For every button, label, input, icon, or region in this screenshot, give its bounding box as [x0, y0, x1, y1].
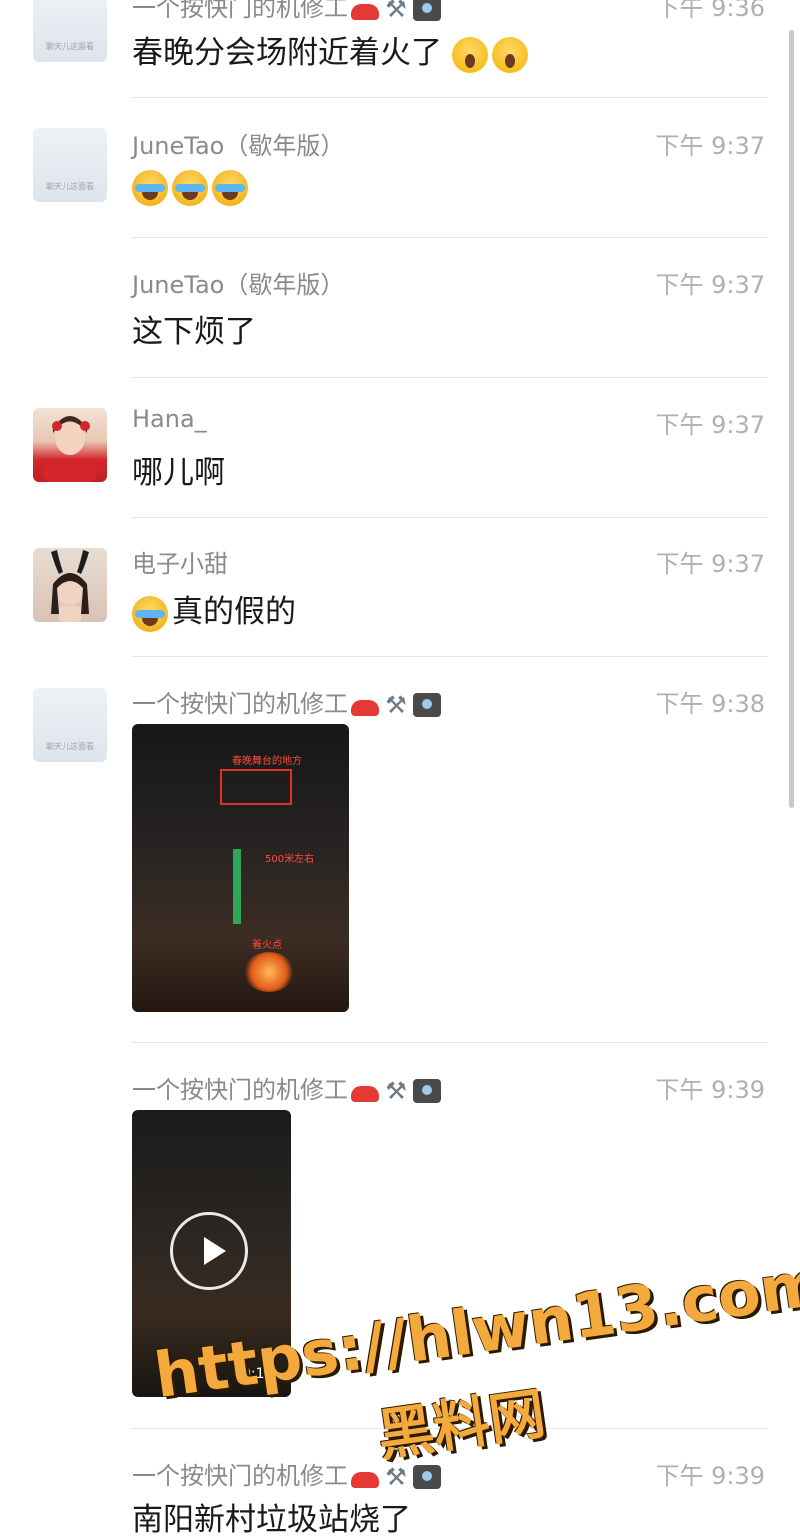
hammer-and-wrench-icon: ⚒ — [385, 0, 407, 23]
divider — [132, 1042, 768, 1043]
photo-label-stage: 春晚舞台的地方 — [232, 756, 302, 767]
camera-with-flash-icon — [413, 1465, 441, 1489]
fire-glow — [244, 952, 294, 992]
divider — [132, 97, 768, 98]
divider — [132, 656, 768, 657]
camera-with-flash-icon — [413, 0, 441, 21]
divider — [132, 237, 768, 238]
divider — [132, 377, 768, 378]
avatar[interactable]: 聊天儿这面看 — [33, 128, 107, 202]
avatar-illustration — [43, 416, 97, 482]
loudly-crying-face-icon — [132, 169, 168, 206]
sender-name[interactable]: Hana_ — [132, 405, 207, 433]
sender-name[interactable]: JuneTao（歇年版） — [132, 265, 344, 300]
loudly-crying-face-icon — [172, 169, 208, 206]
message-time: 下午 9:37 — [655, 132, 765, 160]
message-text[interactable]: 这下烦了 — [132, 306, 256, 351]
sender-name[interactable]: JuneTao（歇年版） — [132, 126, 344, 161]
face-screaming-in-fear-icon — [491, 36, 528, 73]
message-time: 下午 9:39 — [655, 1076, 765, 1104]
red-car-icon — [351, 1086, 379, 1102]
message-text[interactable]: 南阳新村垃圾站烧了 — [132, 1494, 411, 1539]
sender-name[interactable]: 一个按快门的机修工 ⚒ — [132, 684, 441, 719]
avatar-caption: 聊天儿这面看 — [46, 182, 94, 191]
divider — [132, 517, 768, 518]
hammer-and-wrench-icon: ⚒ — [385, 691, 407, 719]
avatar[interactable]: 聊天儿这面看 — [33, 0, 107, 62]
photo-label-fire: 着火点 — [252, 940, 282, 951]
fire-photo[interactable]: 春晚舞台的地方 500米左右 着火点 — [132, 724, 349, 1012]
red-car-icon — [351, 1472, 379, 1488]
avatar-caption: 聊天儿这面看 — [46, 742, 94, 751]
avatar[interactable]: 聊天儿这面看 — [33, 688, 107, 762]
sender-name[interactable]: 一个按快门的机修工 ⚒ — [132, 1070, 441, 1105]
avatar[interactable] — [33, 408, 107, 482]
message-time: 下午 9:36 — [655, 0, 765, 22]
message-time: 下午 9:37 — [655, 550, 765, 578]
avatar-caption: 聊天儿这面看 — [46, 42, 94, 51]
hammer-and-wrench-icon: ⚒ — [385, 1077, 407, 1105]
camera-with-flash-icon — [413, 1079, 441, 1103]
message-text[interactable] — [132, 168, 252, 206]
sender-name[interactable]: 电子小甜 — [132, 544, 228, 579]
message-time: 下午 9:39 — [655, 1462, 765, 1490]
message-text[interactable]: 哪儿啊 — [132, 447, 225, 492]
sender-name[interactable]: 一个按快门的机修工 ⚒ — [132, 0, 441, 23]
avatar[interactable] — [33, 548, 107, 622]
camera-with-flash-icon — [413, 693, 441, 717]
face-screaming-in-fear-icon — [451, 36, 488, 73]
laser-beam — [233, 849, 241, 924]
scrollbar[interactable] — [789, 30, 794, 808]
loudly-crying-face-icon — [132, 595, 168, 632]
red-car-icon — [351, 700, 379, 716]
stage-highlight-box — [220, 769, 292, 805]
message-text[interactable]: 春晚分会场附近着火了 — [132, 27, 532, 73]
avatar-illustration — [51, 550, 89, 622]
message-time: 下午 9:37 — [655, 411, 765, 439]
photo-label-distance: 500米左右 — [265, 854, 315, 865]
red-car-icon — [351, 4, 379, 20]
watermark-site-name: 黑料网 — [373, 1381, 550, 1470]
message-text[interactable]: 真的假的 — [132, 586, 296, 632]
loudly-crying-face-icon — [212, 169, 248, 206]
play-icon[interactable] — [170, 1212, 248, 1290]
message-time: 下午 9:38 — [655, 690, 765, 718]
message-time: 下午 9:37 — [655, 271, 765, 299]
